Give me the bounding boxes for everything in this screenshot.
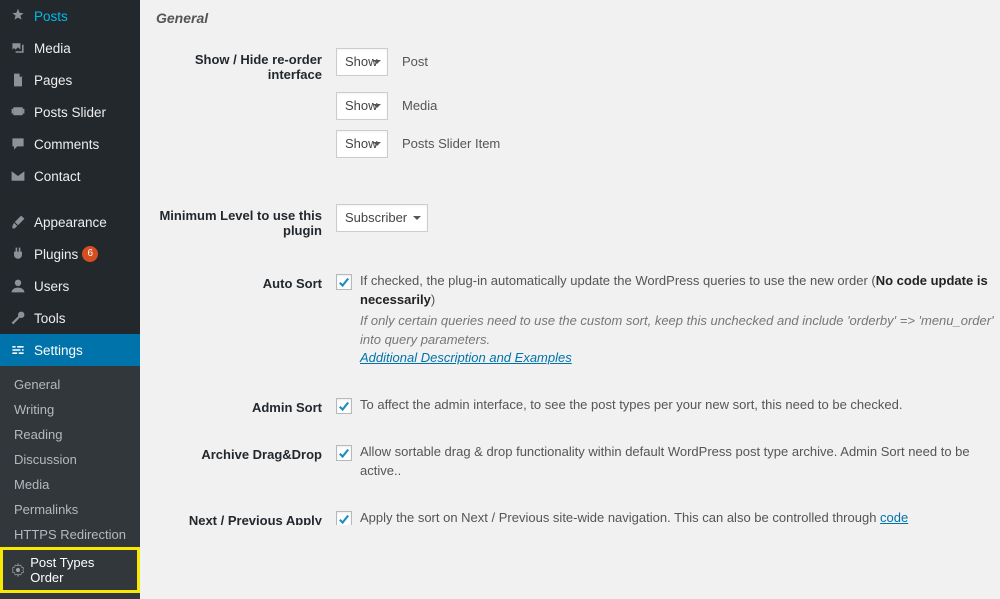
show-select-media[interactable]: Show — [336, 92, 388, 120]
brush-icon — [8, 212, 28, 232]
page-icon — [8, 70, 28, 90]
plug-icon — [8, 244, 28, 264]
show-hide-row-post: Show / Hide re-order interface Show Post — [156, 46, 1000, 82]
nextprev-row: Next / Previous Apply Apply the sort on … — [156, 507, 1000, 525]
show-hide-row-slider: Show Posts Slider Item — [156, 128, 1000, 158]
show-select-slider[interactable]: Show — [336, 130, 388, 158]
chevron-down-icon — [373, 142, 381, 146]
sidebar-item-plugins[interactable]: Plugins 6 — [0, 238, 140, 270]
chevron-down-icon — [373, 60, 381, 64]
menu-label: Posts Slider — [34, 105, 106, 120]
submenu-permalinks[interactable]: Permalinks — [0, 497, 140, 522]
min-level-row: Minimum Level to use this plugin Subscri… — [156, 202, 1000, 238]
min-level-select[interactable]: Subscriber — [336, 204, 428, 232]
media-icon — [8, 38, 28, 58]
chevron-down-icon — [413, 216, 421, 220]
menu-label: Settings — [34, 343, 83, 358]
comment-icon — [8, 134, 28, 154]
archive-description: Allow sortable drag & drop functionality… — [360, 443, 1000, 481]
sidebar-item-users[interactable]: Users — [0, 270, 140, 302]
post-type-label: Post — [402, 48, 428, 69]
submenu-general[interactable]: General — [0, 372, 140, 397]
min-level-label: Minimum Level to use this plugin — [156, 202, 336, 238]
auto-sort-link[interactable]: Additional Description and Examples — [360, 350, 572, 365]
show-select-post[interactable]: Show — [336, 48, 388, 76]
show-hide-row-media: Show Media — [156, 90, 1000, 120]
sidebar-item-tools[interactable]: Tools — [0, 302, 140, 334]
chevron-down-icon — [373, 104, 381, 108]
slider-icon — [8, 102, 28, 122]
sidebar-item-contact[interactable]: Contact — [0, 160, 140, 192]
sidebar-item-comments[interactable]: Comments — [0, 128, 140, 160]
wrench-icon — [8, 308, 28, 328]
section-heading: General — [156, 10, 1000, 26]
show-hide-label: Show / Hide re-order interface — [156, 46, 336, 82]
submenu-reading[interactable]: Reading — [0, 422, 140, 447]
sidebar-item-settings[interactable]: Settings — [0, 334, 140, 366]
post-type-label: Media — [402, 92, 437, 113]
sidebar-item-media[interactable]: Media — [0, 32, 140, 64]
sliders-icon — [8, 340, 28, 360]
settings-page: General Show / Hide re-order interface S… — [140, 0, 1000, 525]
auto-sort-description: If checked, the plug-in automatically up… — [360, 272, 1000, 368]
post-type-label: Posts Slider Item — [402, 130, 500, 151]
nextprev-checkbox[interactable] — [336, 511, 352, 525]
submenu-label: Post Types Order — [30, 555, 127, 585]
menu-label: Comments — [34, 137, 99, 152]
submenu-writing[interactable]: Writing — [0, 397, 140, 422]
menu-label: Plugins — [34, 247, 78, 262]
auto-sort-checkbox[interactable] — [336, 274, 352, 290]
sidebar-item-pages[interactable]: Pages — [0, 64, 140, 96]
admin-sort-label: Admin Sort — [156, 394, 336, 415]
sidebar-item-posts-slider[interactable]: Posts Slider — [0, 96, 140, 128]
admin-sort-description: To affect the admin interface, to see th… — [360, 396, 902, 415]
settings-submenu: General Writing Reading Discussion Media… — [0, 366, 140, 599]
menu-label: Pages — [34, 73, 72, 88]
menu-label: Users — [34, 279, 69, 294]
menu-label: Posts — [34, 9, 68, 24]
archive-row: Archive Drag&Drop Allow sortable drag & … — [156, 441, 1000, 481]
nextprev-description: Apply the sort on Next / Previous site-w… — [360, 509, 908, 525]
nextprev-label: Next / Previous Apply — [156, 507, 336, 525]
menu-label: Contact — [34, 169, 81, 184]
user-icon — [8, 276, 28, 296]
plugins-update-badge: 6 — [82, 246, 98, 262]
submenu-discussion[interactable]: Discussion — [0, 447, 140, 472]
pin-icon — [8, 6, 28, 26]
admin-sidebar: Posts Media Pages Posts Slider Comments … — [0, 0, 140, 525]
admin-sort-row: Admin Sort To affect the admin interface… — [156, 394, 1000, 415]
sidebar-item-posts[interactable]: Posts — [0, 0, 140, 32]
mail-icon — [8, 166, 28, 186]
menu-label: Media — [34, 41, 71, 56]
submenu-https-redirection[interactable]: HTTPS Redirection — [0, 522, 140, 547]
admin-sort-checkbox[interactable] — [336, 398, 352, 414]
submenu-post-types-order[interactable]: Post Types Order — [0, 547, 140, 593]
archive-label: Archive Drag&Drop — [156, 441, 336, 462]
gear-icon — [9, 561, 26, 579]
auto-sort-label: Auto Sort — [156, 270, 336, 291]
menu-label: Tools — [34, 311, 66, 326]
nextprev-code-link[interactable]: code — [880, 510, 908, 525]
sidebar-item-appearance[interactable]: Appearance — [0, 206, 140, 238]
submenu-media[interactable]: Media — [0, 472, 140, 497]
auto-sort-row: Auto Sort If checked, the plug-in automa… — [156, 270, 1000, 368]
menu-label: Appearance — [34, 215, 107, 230]
archive-checkbox[interactable] — [336, 445, 352, 461]
